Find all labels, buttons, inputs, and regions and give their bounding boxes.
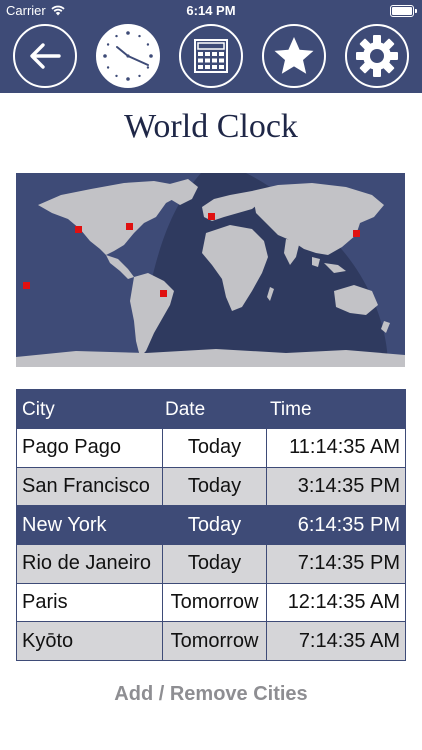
table-row[interactable]: New York Today 6:14:35 PM bbox=[17, 505, 405, 545]
settings-button[interactable] bbox=[345, 24, 409, 88]
arrow-left-icon bbox=[30, 43, 61, 69]
time-cell: 3:14:35 PM bbox=[297, 475, 400, 498]
time-cell: 6:14:35 PM bbox=[297, 513, 400, 536]
clock-button[interactable] bbox=[96, 24, 160, 88]
table-row[interactable]: Kyōto Tomorrow 7:14:35 AM bbox=[17, 621, 405, 661]
time-cell: 11:14:35 AM bbox=[289, 436, 400, 459]
gear-icon bbox=[356, 35, 398, 77]
time-cell: 7:14:35 PM bbox=[297, 552, 400, 575]
favorites-button[interactable] bbox=[262, 24, 326, 88]
city-cell: Pago Pago bbox=[17, 429, 163, 467]
page-title: World Clock bbox=[124, 108, 298, 145]
date-cell: Today bbox=[163, 467, 267, 506]
battery-icon bbox=[390, 5, 417, 17]
city-cell: San Francisco bbox=[17, 467, 163, 506]
clock-icon bbox=[103, 31, 153, 81]
calculator-icon bbox=[194, 39, 228, 73]
city-cell: Paris bbox=[17, 583, 163, 622]
time-cell: 12:14:35 AM bbox=[287, 591, 400, 614]
back-button[interactable] bbox=[13, 24, 77, 88]
status-time: 6:14 PM bbox=[186, 3, 236, 18]
date-cell: Today bbox=[163, 429, 267, 467]
add-remove-cities-button[interactable]: Add / Remove Cities bbox=[0, 683, 422, 706]
date-cell: Tomorrow bbox=[163, 622, 267, 661]
table-row[interactable]: San Francisco Today 3:14:35 PM bbox=[17, 466, 405, 506]
city-cell: Kyōto bbox=[17, 622, 163, 661]
table-row[interactable]: Pago Pago Today 11:14:35 AM bbox=[17, 428, 405, 467]
time-cell: 7:14:35 AM bbox=[298, 629, 400, 652]
date-cell: Tomorrow bbox=[163, 583, 267, 622]
star-icon bbox=[274, 37, 314, 74]
table-header: City Date Time bbox=[17, 390, 405, 428]
toolbar bbox=[0, 22, 422, 93]
city-cell: Rio de Janeiro bbox=[17, 545, 163, 583]
calculator-button[interactable] bbox=[179, 24, 243, 88]
status-bar: Carrier 6:14 PM bbox=[0, 0, 422, 22]
city-cell: New York bbox=[17, 506, 163, 545]
table-row[interactable]: Rio de Janeiro Today 7:14:35 PM bbox=[17, 544, 405, 583]
column-header-city: City bbox=[22, 399, 55, 420]
column-header-time: Time bbox=[270, 399, 312, 420]
date-cell: Today bbox=[163, 506, 267, 545]
table-row[interactable]: Paris Tomorrow 12:14:35 AM bbox=[17, 582, 405, 622]
world-map-icon bbox=[16, 173, 405, 367]
date-cell: Today bbox=[163, 545, 267, 583]
column-header-date: Date bbox=[165, 399, 206, 420]
world-clock-table: City Date Time Pago Pago Today 11:14:35 … bbox=[16, 389, 406, 662]
